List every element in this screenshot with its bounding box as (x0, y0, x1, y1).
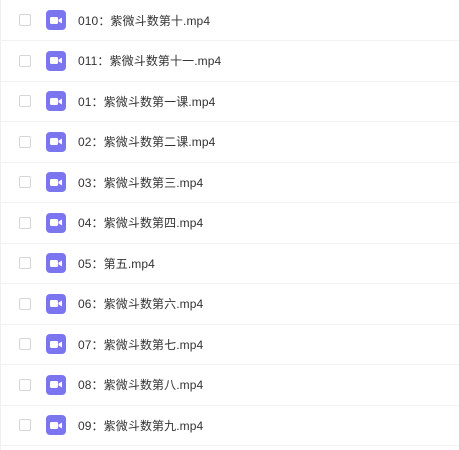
file-name[interactable]: 01：紫微斗数第一课.mp4 (78, 93, 215, 110)
video-file-icon (46, 293, 66, 314)
video-file-icon (46, 91, 66, 112)
file-row[interactable]: 07：紫微斗数第七.mp4 (1, 325, 459, 365)
video-file-icon (46, 10, 66, 30)
file-list: 010：紫微斗数第十.mp4 011：紫微斗数第十一.mp4 01：紫微斗数第一… (0, 0, 459, 450)
row-checkbox[interactable] (19, 257, 31, 270)
video-file-icon (46, 253, 66, 274)
file-name[interactable]: 05：第五.mp4 (78, 255, 155, 272)
file-name[interactable]: 02：紫微斗数第二课.mp4 (78, 133, 215, 150)
row-checkbox[interactable] (19, 176, 31, 189)
file-row[interactable]: 06：紫微斗数第六.mp4 (1, 284, 459, 325)
video-file-icon (46, 212, 66, 233)
row-checkbox[interactable] (19, 95, 31, 108)
row-checkbox[interactable] (19, 135, 31, 148)
row-checkbox[interactable] (19, 54, 31, 67)
row-checkbox[interactable] (19, 14, 31, 26)
file-name[interactable]: 08：紫微斗数第八.mp4 (78, 376, 203, 393)
file-row[interactable]: 09：紫微斗数第九.mp4 (1, 406, 459, 446)
video-file-icon (46, 415, 66, 436)
file-name[interactable]: 06：紫微斗数第六.mp4 (78, 295, 203, 312)
file-name[interactable]: 04：紫微斗数第四.mp4 (78, 214, 203, 231)
file-name[interactable]: 09：紫微斗数第九.mp4 (78, 417, 203, 434)
file-row[interactable]: 08：紫微斗数第八.mp4 (1, 365, 459, 406)
row-checkbox[interactable] (19, 419, 31, 432)
video-file-icon (46, 374, 66, 395)
row-checkbox[interactable] (19, 216, 31, 229)
row-checkbox[interactable] (19, 297, 31, 310)
file-name[interactable]: 03：紫微斗数第三.mp4 (78, 174, 203, 191)
video-file-icon (46, 172, 66, 193)
row-checkbox[interactable] (19, 338, 31, 351)
file-row[interactable]: 04：紫微斗数第四.mp4 (1, 203, 459, 244)
file-name[interactable]: 010：紫微斗数第十.mp4 (78, 12, 210, 29)
video-file-icon (46, 50, 66, 71)
file-row[interactable]: 011：紫微斗数第十一.mp4 (1, 41, 459, 82)
file-row[interactable]: 010：紫微斗数第十.mp4 (1, 0, 459, 41)
video-file-icon (46, 131, 66, 152)
file-row[interactable]: 01：紫微斗数第一课.mp4 (1, 82, 459, 122)
file-row[interactable]: 05：第五.mp4 (1, 244, 459, 284)
file-row[interactable]: 02：紫微斗数第二课.mp4 (1, 122, 459, 163)
file-name[interactable]: 011：紫微斗数第十一.mp4 (78, 52, 221, 69)
file-row[interactable]: 03：紫微斗数第三.mp4 (1, 163, 459, 203)
video-file-icon (46, 334, 66, 355)
file-name[interactable]: 07：紫微斗数第七.mp4 (78, 336, 203, 353)
row-checkbox[interactable] (19, 378, 31, 391)
